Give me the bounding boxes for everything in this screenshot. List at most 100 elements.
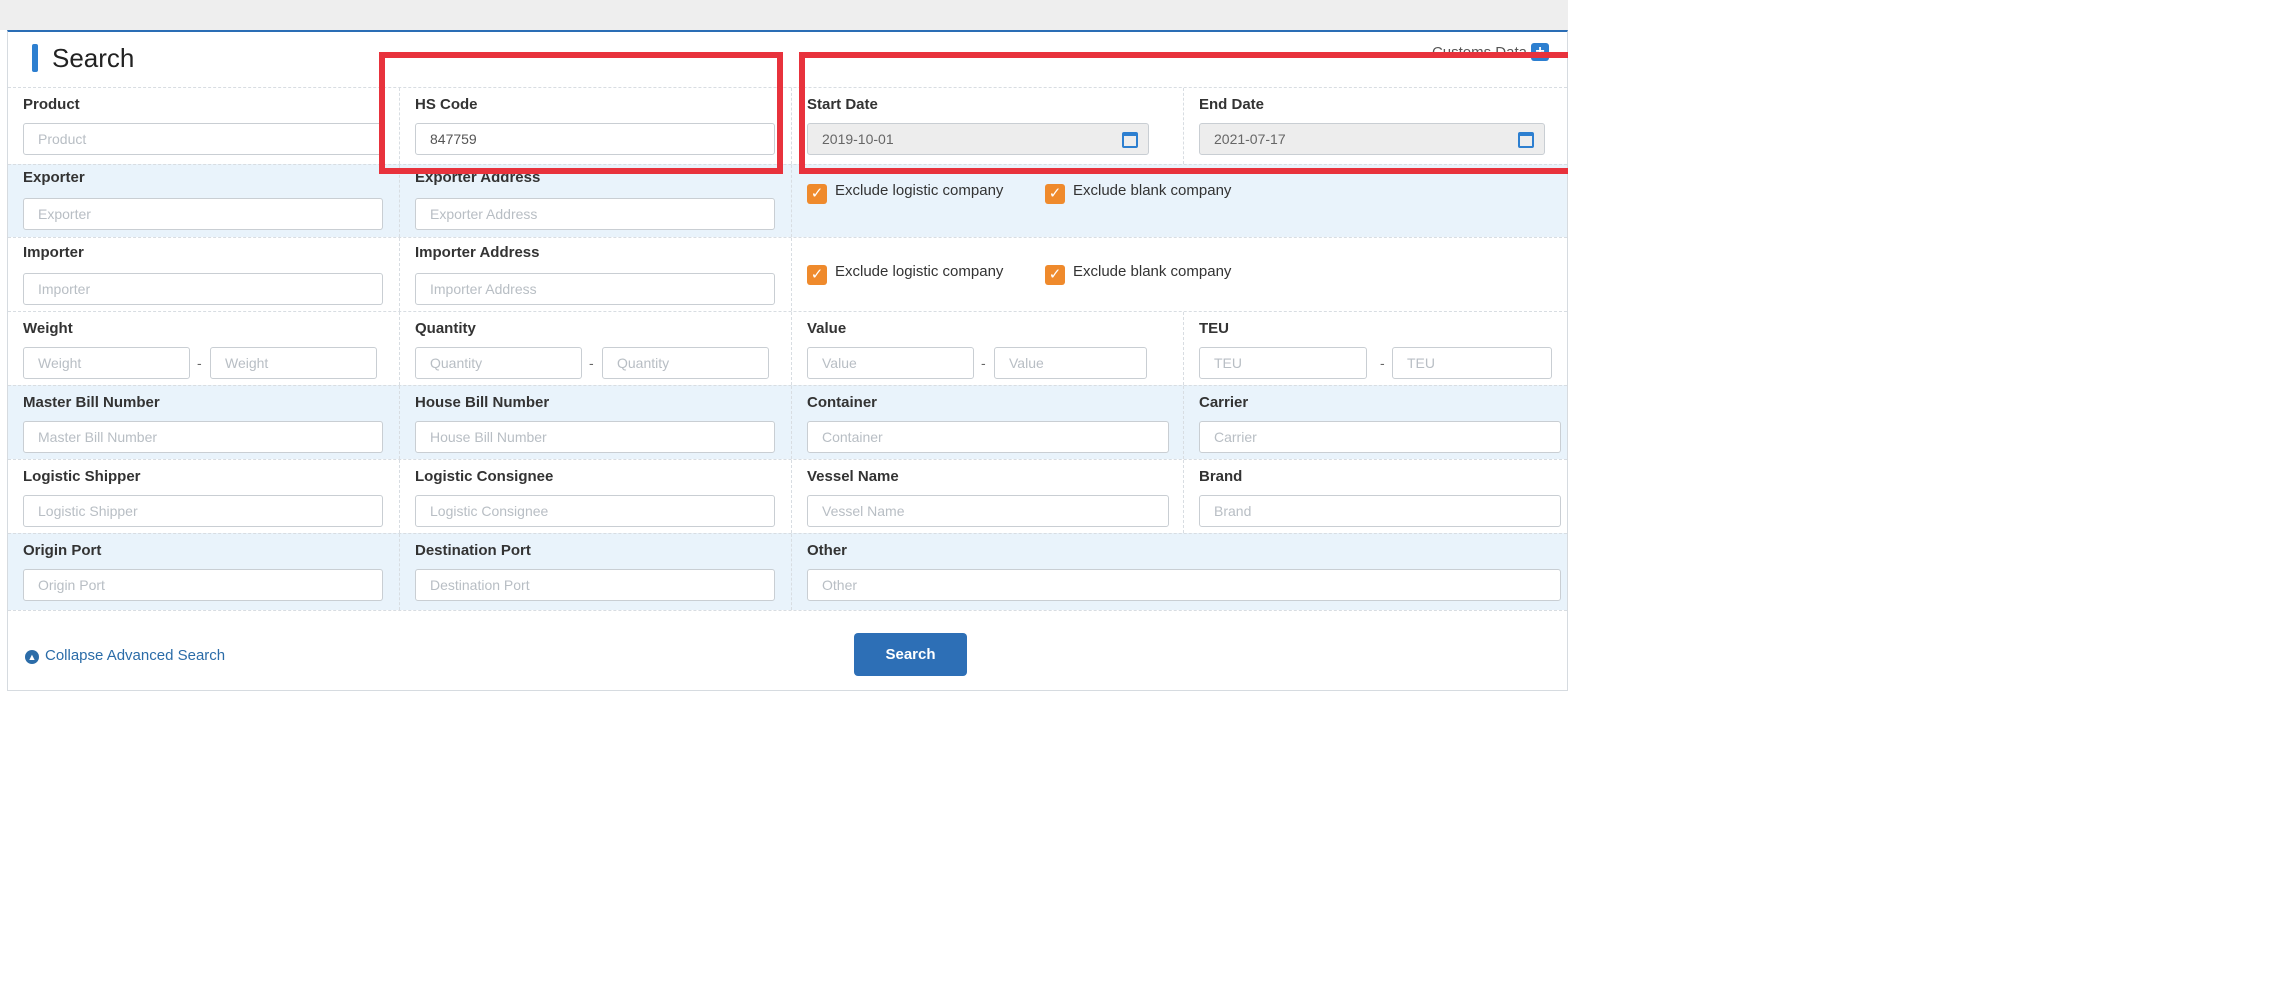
container-input[interactable]	[807, 421, 1169, 453]
house-bill-input[interactable]	[415, 421, 775, 453]
start-date-input[interactable]: 2019-10-01	[807, 123, 1149, 155]
cell-origin-port: Origin Port	[8, 534, 400, 610]
exporter-exclude-logistic-checkbox[interactable]: ✓ Exclude logistic company	[807, 180, 1003, 204]
panel-header: Search Customs Data +	[8, 32, 1567, 87]
panel-footer: ▲ Collapse Advanced Search Search	[8, 610, 1567, 693]
range-separator: -	[981, 355, 986, 371]
brand-label: Brand	[1199, 468, 1243, 485]
other-label: Other	[807, 542, 848, 559]
checkbox-checked-icon: ✓	[807, 265, 827, 285]
plus-icon[interactable]: +	[1531, 43, 1549, 61]
product-input[interactable]	[23, 123, 383, 155]
master-bill-input[interactable]	[23, 421, 383, 453]
cell-start-date: Start Date 2019-10-01	[792, 88, 1184, 164]
logistic-consignee-input[interactable]	[415, 495, 775, 527]
calendar-icon[interactable]	[1122, 132, 1138, 148]
quantity-max-input[interactable]	[602, 347, 769, 379]
row-ranges: Weight - Quantity - Value - TEU -	[8, 311, 1567, 385]
cell-exporter-options: ✓ Exclude logistic company ✓ Exclude blank…	[792, 165, 1569, 237]
hs-code-label: HS Code	[415, 96, 478, 113]
calendar-icon[interactable]	[1518, 132, 1534, 148]
weight-min-input[interactable]	[23, 347, 190, 379]
cell-product: Product	[8, 88, 400, 164]
exporter-exclude-blank-checkbox[interactable]: ✓ Exclude blank company	[1045, 180, 1231, 204]
cell-exporter-address: Exporter Address	[400, 165, 792, 237]
master-bill-label: Master Bill Number	[23, 394, 160, 411]
vessel-name-label: Vessel Name	[807, 468, 899, 485]
collapse-advanced-search-link[interactable]: ▲ Collapse Advanced Search	[25, 647, 225, 664]
origin-port-input[interactable]	[23, 569, 383, 601]
quantity-min-input[interactable]	[415, 347, 582, 379]
exporter-address-input[interactable]	[415, 198, 775, 230]
importer-label: Importer	[23, 244, 84, 261]
importer-exclude-logistic-checkbox[interactable]: ✓ Exclude logistic company	[807, 261, 1003, 285]
importer-input[interactable]	[23, 273, 383, 305]
end-date-input[interactable]: 2021-07-17	[1199, 123, 1545, 155]
start-date-label: Start Date	[807, 96, 878, 113]
vessel-name-input[interactable]	[807, 495, 1169, 527]
other-input[interactable]	[807, 569, 1561, 601]
destination-port-input[interactable]	[415, 569, 775, 601]
row-importer: Importer Importer Address ✓Exclude logis…	[8, 237, 1567, 311]
cell-hs-code: HS Code	[400, 88, 792, 164]
search-button[interactable]: Search	[854, 633, 967, 676]
customs-data-link[interactable]: Customs Data	[1432, 44, 1527, 61]
title-accent-bar	[32, 44, 38, 72]
cell-importer-address: Importer Address	[400, 238, 792, 311]
end-date-label: End Date	[1199, 96, 1265, 113]
container-label: Container	[807, 394, 878, 411]
logistic-consignee-label: Logistic Consignee	[415, 468, 554, 485]
exporter-input[interactable]	[23, 198, 383, 230]
weight-max-input[interactable]	[210, 347, 377, 379]
cell-vessel-name: Vessel Name	[792, 460, 1184, 533]
value-max-input[interactable]	[994, 347, 1147, 379]
row-ports: Origin Port Destination Port Other	[8, 533, 1567, 610]
hs-code-input[interactable]	[415, 123, 775, 155]
cell-value: Value -	[792, 312, 1184, 385]
row-logistic: Logistic Shipper Logistic Consignee Vess…	[8, 459, 1567, 533]
cell-logistic-consignee: Logistic Consignee	[400, 460, 792, 533]
end-date-value: 2021-07-17	[1214, 131, 1286, 147]
range-separator: -	[1380, 355, 1385, 371]
row-bills: Master Bill Number House Bill Number Con…	[8, 385, 1567, 459]
chevron-up-icon: ▲	[25, 650, 39, 664]
checkbox-checked-icon: ✓	[1045, 265, 1065, 285]
destination-port-label: Destination Port	[415, 542, 531, 559]
cell-weight: Weight -	[8, 312, 400, 385]
page-title: Search	[52, 43, 135, 73]
house-bill-label: House Bill Number	[415, 394, 550, 411]
cell-logistic-shipper: Logistic Shipper	[8, 460, 400, 533]
checkbox-checked-icon: ✓	[807, 184, 827, 204]
cell-master-bill: Master Bill Number	[8, 386, 400, 459]
importer-address-input[interactable]	[415, 273, 775, 305]
cell-teu: TEU -	[1184, 312, 1569, 385]
cell-exporter: Exporter	[8, 165, 400, 237]
logistic-shipper-label: Logistic Shipper	[23, 468, 141, 485]
checkbox-checked-icon: ✓	[1045, 184, 1065, 204]
brand-input[interactable]	[1199, 495, 1561, 527]
search-panel: Search Customs Data + Product HS Code St…	[7, 30, 1568, 691]
logistic-shipper-input[interactable]	[23, 495, 383, 527]
exporter-address-label: Exporter Address	[415, 169, 541, 186]
teu-max-input[interactable]	[1392, 347, 1552, 379]
carrier-input[interactable]	[1199, 421, 1561, 453]
teu-label: TEU	[1199, 320, 1229, 337]
cell-importer-options: ✓ Exclude logistic company ✓ Exclude blank…	[792, 238, 1569, 311]
cell-house-bill: House Bill Number	[400, 386, 792, 459]
top-bar	[0, 0, 1568, 30]
teu-min-input[interactable]	[1199, 347, 1367, 379]
cell-container: Container	[792, 386, 1184, 459]
range-separator: -	[589, 355, 594, 371]
cell-end-date: End Date 2021-07-17	[1184, 88, 1569, 164]
exporter-label: Exporter	[23, 169, 85, 186]
cell-quantity: Quantity -	[400, 312, 792, 385]
value-label: Value	[807, 320, 847, 337]
cell-other: Other	[792, 534, 1569, 610]
value-min-input[interactable]	[807, 347, 974, 379]
cell-destination-port: Destination Port	[400, 534, 792, 610]
importer-exclude-blank-checkbox[interactable]: ✓ Exclude blank company	[1045, 261, 1231, 285]
cell-carrier: Carrier	[1184, 386, 1569, 459]
row-product: Product HS Code Start Date 2019-10-01 En…	[8, 87, 1567, 164]
product-label: Product	[23, 96, 80, 113]
importer-address-label: Importer Address	[415, 244, 540, 261]
